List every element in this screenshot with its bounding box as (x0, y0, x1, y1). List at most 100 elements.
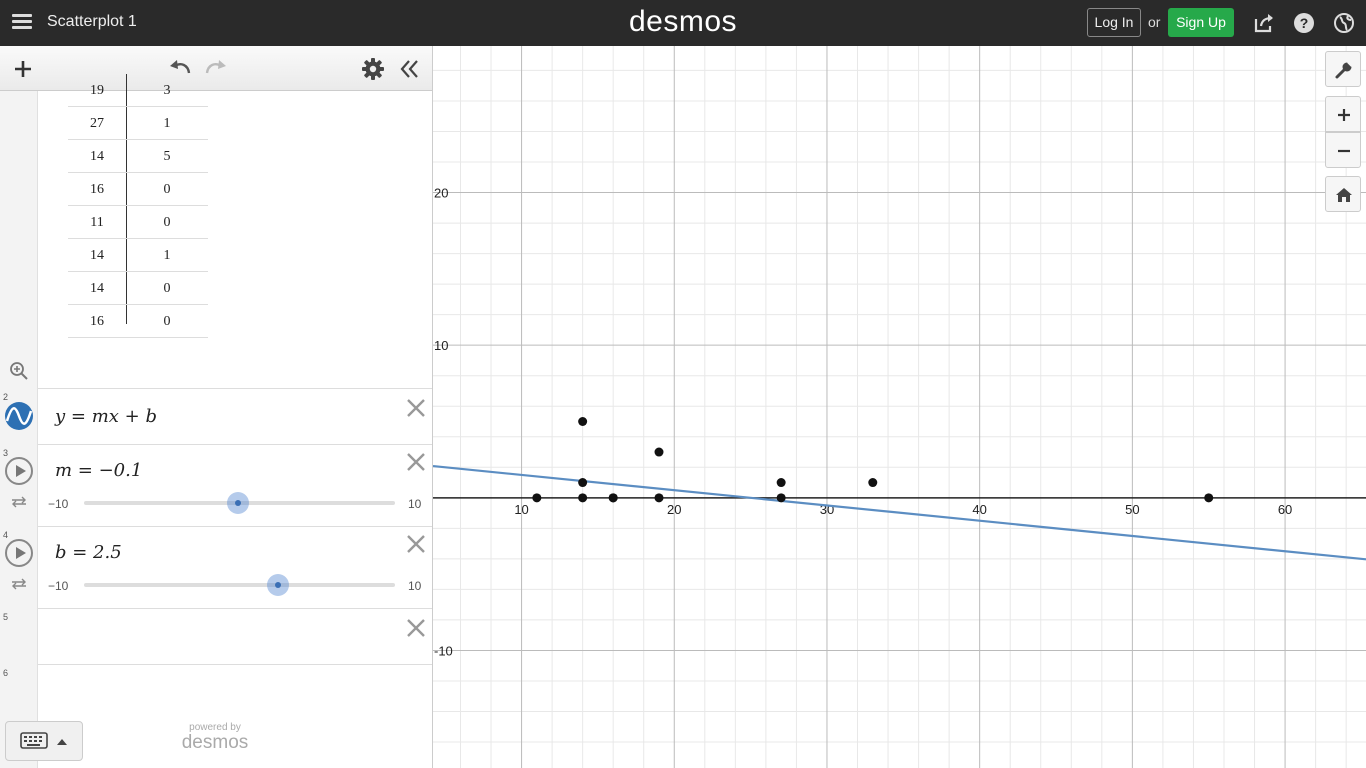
table-cell-x[interactable]: 14 (68, 281, 126, 297)
slider-min-label[interactable]: −10 (48, 497, 68, 511)
expression-3[interactable]: 3 m = −0.1 −10 10 (0, 445, 432, 527)
expression-4[interactable]: 4 b = 2.5 −10 10 (0, 527, 432, 609)
data-point[interactable] (578, 493, 588, 503)
loop-icon[interactable] (10, 577, 28, 591)
login-button[interactable]: Log In (1087, 8, 1141, 37)
table-cell-y[interactable]: 0 (126, 215, 208, 231)
regression-icon[interactable] (4, 401, 34, 431)
slider-b-formula[interactable]: b = 2.5 (55, 542, 122, 563)
table-row: 16 0 (68, 173, 208, 206)
globe-icon[interactable] (1332, 11, 1356, 35)
table-cell-x[interactable]: 19 (68, 83, 126, 99)
share-icon[interactable] (1252, 11, 1276, 35)
zoom-out-icon (1338, 149, 1350, 153)
table-cell-x[interactable]: 16 (68, 182, 126, 198)
add-icon[interactable] (10, 56, 36, 82)
expression-formula[interactable]: y = mx + b (55, 406, 157, 427)
table-row: 27 1 (68, 107, 208, 140)
zoom-in-icon (1338, 109, 1350, 121)
data-point[interactable] (608, 493, 618, 503)
data-point[interactable] (578, 417, 588, 427)
fit-line[interactable] (433, 464, 1366, 561)
expression-number: 3 (3, 448, 9, 458)
table-cell-y[interactable]: 0 (126, 182, 208, 198)
delete-icon[interactable] (405, 397, 427, 419)
data-point[interactable] (532, 493, 542, 503)
delete-icon[interactable] (405, 533, 427, 555)
table-row: 11 0 (68, 206, 208, 239)
graph-paper[interactable]: 10 20 30 40 50 60 20 10 -10 (433, 46, 1366, 768)
delete-icon[interactable] (405, 451, 427, 473)
graph-canvas[interactable]: 10 20 30 40 50 602010-10 (433, 46, 1366, 768)
table-row: 14 1 (68, 239, 208, 272)
expression-toolbar (0, 46, 432, 91)
x-tick-label: 20 (667, 502, 681, 517)
data-point[interactable] (776, 493, 786, 503)
table-cell-x[interactable]: 27 (68, 116, 126, 132)
slider-max-label[interactable]: 10 (408, 497, 421, 511)
table-cell-y[interactable]: 1 (126, 248, 208, 264)
collapse-icon[interactable] (396, 56, 422, 82)
zoom-in-button[interactable] (1325, 96, 1361, 132)
powered-by-desmos: powered by desmos (170, 722, 260, 753)
x-tick-label: 40 (972, 502, 986, 517)
y-tick-label: 20 (434, 186, 448, 201)
play-icon[interactable] (5, 539, 33, 567)
expression-number: 5 (3, 612, 9, 622)
play-icon[interactable] (5, 457, 33, 485)
table-cell-y[interactable]: 5 (126, 149, 208, 165)
graph-title[interactable]: Scatterplot 1 (47, 13, 137, 31)
slider-b-handle[interactable] (267, 574, 290, 596)
data-point[interactable] (1204, 493, 1214, 503)
table-row: 19 3 (68, 74, 208, 107)
data-table-expression: 19 3 27 1 14 5 16 0 11 0 14 1 14 0 16 0 (0, 74, 432, 389)
y-tick-label: 10 (434, 338, 448, 353)
data-point[interactable] (654, 493, 664, 503)
delete-icon[interactable] (405, 617, 427, 639)
x-tick-label: 50 (1125, 502, 1139, 517)
slider-m-formula[interactable]: m = −0.1 (55, 460, 142, 481)
y-tick-label: -10 (434, 643, 453, 658)
table-cell-x[interactable]: 16 (68, 314, 126, 330)
table-cell-y[interactable]: 0 (126, 281, 208, 297)
help-icon[interactable]: ? (1292, 11, 1316, 35)
expression-number: 6 (3, 668, 9, 678)
graph-settings-button[interactable] (1325, 51, 1361, 87)
zoom-out-button[interactable] (1325, 132, 1361, 168)
signup-button[interactable]: Sign Up (1168, 8, 1234, 37)
x-tick-label: 10 (514, 502, 528, 517)
slider-m-handle[interactable] (226, 492, 249, 514)
expression-2[interactable]: 2 y = mx + b (0, 389, 432, 445)
table-cell-y[interactable]: 3 (126, 83, 208, 99)
menu-icon[interactable] (10, 11, 34, 35)
table-cell-x[interactable]: 14 (68, 149, 126, 165)
keyboard-toggle-button[interactable] (5, 721, 83, 761)
data-point[interactable] (578, 478, 588, 488)
data-table: 19 3 27 1 14 5 16 0 11 0 14 1 14 0 16 0 (68, 74, 208, 338)
desmos-logo: desmos (628, 5, 738, 38)
table-cell-x[interactable]: 11 (68, 215, 126, 231)
svg-text:?: ? (1300, 15, 1309, 31)
slider-b-track[interactable] (84, 583, 395, 587)
x-tick-label: 60 (1278, 502, 1292, 517)
table-cell-y[interactable]: 1 (126, 116, 208, 132)
table-cell-x[interactable]: 14 (68, 248, 126, 264)
expression-number: 4 (3, 530, 9, 540)
table-row: 14 0 (68, 272, 208, 305)
expression-panel: 19 3 27 1 14 5 16 0 11 0 14 1 14 0 16 0 2 y = mx + b 3 … (0, 46, 433, 768)
or-text: or (1148, 14, 1161, 30)
settings-icon[interactable] (360, 56, 386, 82)
zoom-fit-icon[interactable] (9, 361, 29, 381)
home-button[interactable] (1325, 176, 1361, 212)
slider-max-label[interactable]: 10 (408, 579, 421, 593)
expression-5[interactable]: 5 (0, 609, 432, 665)
table-cell-y[interactable]: 0 (126, 314, 208, 330)
data-point[interactable] (776, 478, 786, 488)
home-icon (1336, 188, 1352, 202)
data-point[interactable] (868, 478, 878, 488)
data-point[interactable] (654, 447, 664, 457)
expression-gutter (0, 91, 38, 389)
wrench-icon (1335, 61, 1353, 79)
loop-icon[interactable] (10, 495, 28, 509)
slider-min-label[interactable]: −10 (48, 579, 68, 593)
